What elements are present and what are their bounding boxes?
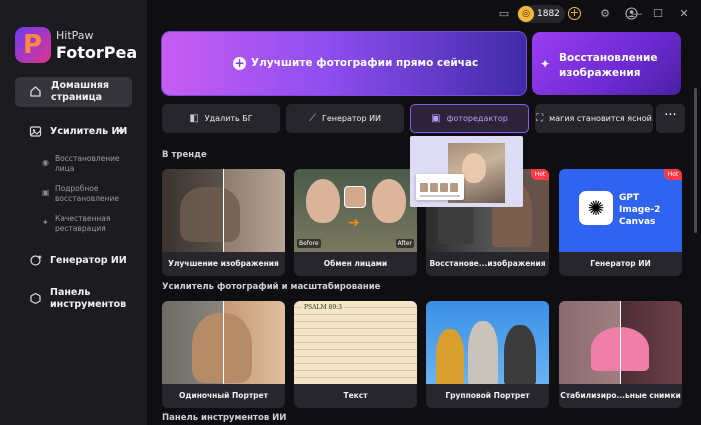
section-enhancer-title: Усилитель фотографий и масштабирование: [162, 282, 381, 292]
faceswap-preview-image: ➜ Before After: [294, 169, 417, 252]
minimize-icon[interactable]: —: [630, 7, 644, 21]
trend-card-generator-label: Генератор ИИ: [590, 259, 651, 268]
magic-clear-label: магия становится ясной: [549, 114, 652, 123]
add-credits-icon[interactable]: +: [568, 7, 581, 20]
home-icon: [29, 85, 42, 98]
remove-bg-icon: ◧: [189, 113, 199, 124]
enh-card-group[interactable]: Групповой Портрет: [426, 301, 549, 408]
sidebar-item-tools-label: Панель инструментов: [50, 287, 127, 310]
trend-card-faceswap-label: Обмен лицами: [323, 259, 388, 268]
focus-icon: ⛶: [536, 113, 544, 124]
brand-vendor: HitPaw: [56, 29, 94, 42]
ai-generator-button[interactable]: ⟋ Генератор ИИ: [286, 104, 404, 133]
magic-clear-button[interactable]: ⛶ магия становится ясной: [535, 104, 653, 133]
wand-icon: ⟋: [308, 113, 316, 124]
sidebar: P HitPaw FotorPea Домашняя страница Усил…: [0, 0, 147, 425]
openai-logo: ✺: [579, 191, 613, 225]
detail-restore-icon: ▣: [42, 188, 50, 197]
enh-card-stabilize-label: Стабилизиро...ьные снимки: [560, 391, 681, 400]
enhance-now-banner[interactable]: + Улучшите фотографии прямо сейчас: [162, 32, 526, 95]
quality-restore-icon: ✦: [42, 218, 49, 227]
restore-image-label: Восстановление изображения: [559, 52, 658, 79]
sidebar-sub-quality[interactable]: Качественная реставрация: [55, 214, 130, 234]
title-bar: ▭ ◎ 1882 + ⚙ ≡ — ☐ ✕: [0, 0, 701, 28]
chat-icon[interactable]: ▭: [497, 7, 511, 21]
main-scrollbar[interactable]: [694, 88, 697, 233]
trend-card-restore-label: Восстанове...изображения: [429, 259, 546, 268]
sidebar-item-enhancer-label: Усилитель ИИ: [50, 126, 128, 137]
single-portrait-image: [162, 301, 285, 384]
enh-card-text-label: Текст: [343, 391, 368, 400]
before-tag: Before: [297, 239, 321, 248]
enh-card-group-label: Групповой Портрет: [445, 391, 530, 400]
photo-editor-button[interactable]: ▣ фоторедактор: [410, 104, 529, 133]
coin-icon: ◎: [518, 6, 534, 22]
hot-badge: Hot: [664, 169, 682, 180]
maximize-icon[interactable]: ☐: [651, 7, 665, 21]
trend-card-enhance[interactable]: Улучшение изображения: [162, 169, 285, 276]
gpt-subtitle: Image-2: [619, 205, 661, 215]
plus-icon: +: [233, 56, 246, 70]
group-portrait-image: [426, 301, 549, 384]
settings-icon[interactable]: ⚙: [598, 7, 612, 21]
photo-editor-preview-popover: [410, 136, 523, 207]
brand-name: FotorPea: [56, 43, 138, 62]
enhance-now-label: Улучшите фотографии прямо сейчас: [251, 57, 479, 69]
more-tools-button[interactable]: ···: [656, 104, 685, 133]
sidebar-sub-face[interactable]: Восстановление лица: [55, 154, 130, 174]
gpt-title: GPT: [619, 193, 640, 203]
trend-card-enhance-label: Улучшение изображения: [168, 259, 279, 268]
gpt-subtitle-2: Canvas: [619, 217, 656, 227]
enhance-icon: [29, 125, 42, 138]
section-toolbox-title: Панель инструментов ИИ: [162, 413, 287, 423]
enh-card-text[interactable]: PSALM 89:3 Текст: [294, 301, 417, 408]
sidebar-sub-detail[interactable]: Подробное восстановление: [55, 184, 130, 204]
photo-edit-icon: ▣: [431, 113, 441, 124]
hot-badge: Hot: [531, 169, 549, 180]
enh-card-stabilize[interactable]: Стабилизиро...ьные снимки: [559, 301, 682, 408]
trend-card-faceswap[interactable]: ➜ Before After Обмен лицами: [294, 169, 417, 276]
enh-card-single[interactable]: Одиночный Портрет: [162, 301, 285, 408]
trend-card-generator[interactable]: ✺ GPT Image-2 Canvas Hot Генератор ИИ: [559, 169, 682, 276]
sidebar-item-generator-label: Генератор ИИ: [50, 255, 127, 266]
lotus-image: [559, 301, 682, 384]
remove-bg-label: Удалить БГ: [204, 114, 253, 123]
magic-wand-icon: ✦: [540, 57, 551, 71]
chevron-up-icon: [117, 127, 125, 132]
enh-card-single-label: Одиночный Портрет: [179, 391, 268, 400]
credits-badge[interactable]: ◎ 1882: [517, 5, 565, 23]
preview-editor-panel: [416, 174, 464, 200]
sidebar-item-home-label: Домашняя страница: [51, 80, 110, 103]
after-tag: After: [395, 239, 414, 248]
close-icon[interactable]: ✕: [677, 7, 691, 21]
ai-generator-label: Генератор ИИ: [321, 114, 382, 123]
credits-count: 1882: [537, 9, 560, 19]
sidebar-item-home[interactable]: Домашняя страница: [15, 77, 132, 107]
photo-editor-label: фоторедактор: [446, 114, 508, 123]
face-restore-icon: ◉: [42, 158, 49, 167]
restore-image-banner[interactable]: ✦ Восстановление изображения: [532, 32, 681, 95]
enhance-preview-image: [162, 169, 285, 252]
text-document-image: PSALM 89:3: [294, 301, 417, 384]
gpt-preview-image: ✺ GPT Image-2 Canvas: [559, 169, 682, 252]
generator-icon: [29, 254, 42, 267]
section-trending-title: В тренде: [162, 150, 207, 160]
psalm-heading: PSALM 89:3: [302, 304, 344, 311]
toolbox-icon: [29, 292, 42, 305]
app-logo: P: [15, 27, 51, 63]
remove-bg-button[interactable]: ◧ Удалить БГ: [162, 104, 280, 133]
